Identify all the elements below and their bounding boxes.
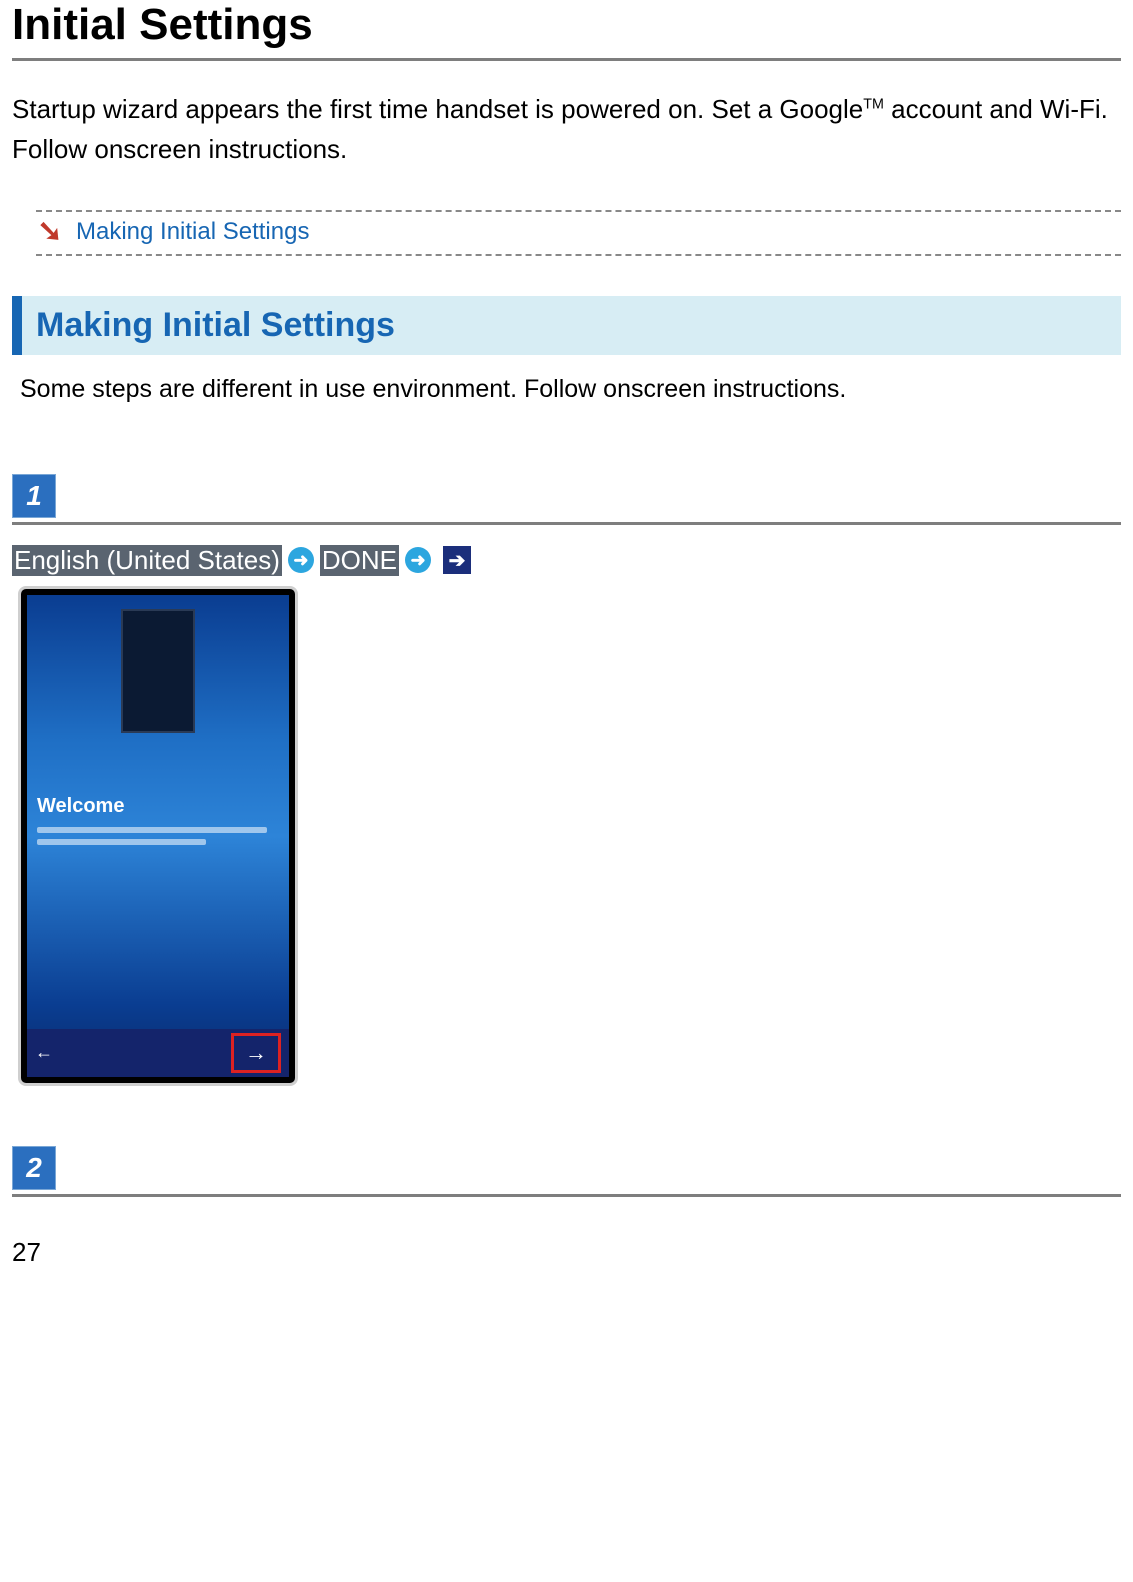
done-button-label: DONE <box>320 545 399 576</box>
down-arrow-icon: ➘ <box>36 218 64 246</box>
phone-nav-bar: ← → <box>27 1029 289 1077</box>
step-2-divider <box>12 1194 1121 1197</box>
phone-screenshot: Welcome ← → <box>18 586 298 1086</box>
next-arrow-icon: ➔ <box>443 546 471 574</box>
step-1-instruction: English (United States) ➜ DONE ➜ ➔ <box>12 545 1121 576</box>
section-intro: Some steps are different in use environm… <box>20 375 1121 404</box>
toc-link-making-initial-settings[interactable]: Making Initial Settings <box>76 218 309 246</box>
phone-back-icon: ← <box>35 1042 53 1063</box>
step-badge-1: 1 <box>12 474 56 518</box>
trademark-superscript: TM <box>863 96 884 112</box>
step-badge-2: 2 <box>12 1146 56 1190</box>
welcome-heading: Welcome <box>37 795 124 818</box>
intro-text-pre: Startup wizard appears the first time ha… <box>12 94 863 124</box>
section-heading-making-initial-settings: Making Initial Settings <box>12 296 1121 355</box>
phone-screen: Welcome ← → <box>27 595 289 1077</box>
step-2-header: 2 <box>12 1146 1121 1190</box>
phone-thumbnail-graphic <box>121 609 195 733</box>
toc-box: ➘ Making Initial Settings <box>36 210 1121 256</box>
arrow-right-icon: ➜ <box>405 547 431 573</box>
step-1-header: 1 <box>12 474 1121 518</box>
language-option: English (United States) <box>12 545 282 576</box>
welcome-body-placeholder <box>37 827 279 851</box>
page-number: 27 <box>12 1237 1121 1268</box>
page-title: Initial Settings <box>12 0 1121 58</box>
intro-paragraph: Startup wizard appears the first time ha… <box>12 89 1121 170</box>
phone-next-button-highlighted: → <box>231 1033 281 1073</box>
step-1-divider <box>12 522 1121 525</box>
phone-next-icon: → <box>245 1040 267 1066</box>
title-divider <box>12 58 1121 61</box>
arrow-right-icon: ➜ <box>288 547 314 573</box>
